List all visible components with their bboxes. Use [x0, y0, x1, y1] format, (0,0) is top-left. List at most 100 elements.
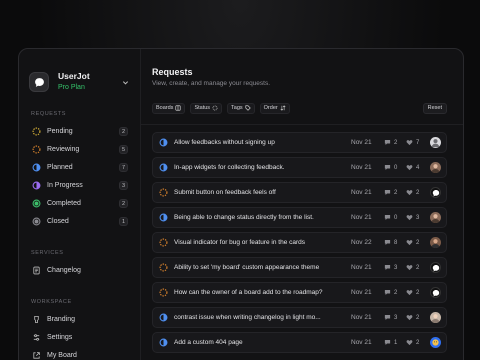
request-date: Nov 21: [351, 139, 372, 146]
filter-tags[interactable]: Tags: [227, 102, 255, 114]
planned-status-icon: [158, 313, 168, 323]
request-title: How can the owner of a board add to the …: [174, 289, 323, 296]
request-row[interactable]: contrast issue when writing changelog in…: [152, 307, 447, 328]
request-row[interactable]: Allow feedbacks without signing up Nov 2…: [152, 132, 447, 153]
workspace-switcher[interactable]: UserJot Pro Plan: [29, 67, 130, 97]
votes-value: 2: [416, 239, 420, 246]
section-label-workspace: WORKSPACE: [31, 299, 72, 305]
filter-label: Status: [194, 105, 211, 111]
comments-value: 0: [394, 164, 398, 171]
sidebar-item-reviewing[interactable]: Reviewing 5: [29, 140, 130, 158]
sidebar-item-my-board[interactable]: My Board: [29, 346, 130, 360]
filter-boards[interactable]: Boards: [152, 102, 186, 114]
avatar: [430, 137, 441, 148]
brand-logo: [29, 72, 49, 92]
completed-icon: [31, 198, 41, 208]
request-row[interactable]: In-app widgets for collecting feedback. …: [152, 157, 447, 178]
comments-value: 1: [394, 339, 398, 346]
divider: [141, 124, 463, 125]
heart-icon: [406, 340, 413, 346]
heart-icon: [406, 140, 413, 146]
votes-value: 4: [416, 164, 420, 171]
request-title: contrast issue when writing changelog in…: [174, 314, 321, 321]
sidebar-item-in-progress[interactable]: In Progress 3: [29, 176, 130, 194]
comment-icon: [384, 190, 391, 195]
votes-count: 2: [406, 189, 428, 196]
comment-icon: [384, 165, 391, 170]
count-badge: 2: [119, 198, 128, 208]
comment-icon: [384, 290, 391, 295]
external-link-icon: [31, 350, 41, 360]
sidebar-item-label: Branding: [47, 315, 76, 323]
planned-status-icon: [158, 338, 168, 348]
chevron-down-icon: [120, 77, 130, 87]
comments-count: 0: [384, 164, 406, 171]
request-row[interactable]: Visual indicator for bug or feature in t…: [152, 232, 447, 253]
comment-icon: [384, 215, 391, 220]
count-badge: 1: [119, 216, 128, 226]
sidebar-item-completed[interactable]: Completed 2: [29, 194, 130, 212]
votes-count: 2: [406, 264, 428, 271]
sidebar: UserJot Pro Plan REQUESTS Pending 2 Revi…: [19, 49, 141, 360]
count-badge: 5: [119, 144, 128, 154]
comments-count: 0: [384, 214, 406, 221]
reset-button[interactable]: Reset: [422, 102, 447, 114]
heart-icon: [406, 165, 413, 171]
filter-label: Order: [263, 105, 278, 111]
section-label-requests: REQUESTS: [31, 111, 67, 117]
planned-status-icon: [158, 138, 168, 148]
planned-icon: [31, 162, 41, 172]
request-title: Being able to change status directly fro…: [174, 214, 314, 221]
request-title: In-app widgets for collecting feedback.: [174, 164, 285, 171]
sidebar-item-changelog[interactable]: Changelog: [29, 261, 130, 279]
page-subtitle: View, create, and manage your requests.: [152, 80, 271, 87]
filter-order[interactable]: Order: [259, 102, 290, 114]
comment-icon: [384, 265, 391, 270]
in-progress-icon: [31, 180, 41, 190]
avatar: [430, 212, 441, 223]
request-date: Nov 21: [351, 264, 372, 271]
count-badge: 7: [119, 162, 128, 172]
votes-value: 2: [416, 189, 420, 196]
votes-count: 2: [406, 339, 428, 346]
sidebar-item-branding[interactable]: Branding: [29, 310, 130, 328]
sidebar-item-label: In Progress: [47, 181, 83, 189]
votes-count: 3: [406, 214, 428, 221]
request-row[interactable]: Add a custom 404 page Nov 21 1 2: [152, 332, 447, 353]
comments-value: 2: [394, 139, 398, 146]
request-row[interactable]: How can the owner of a board add to the …: [152, 282, 447, 303]
avatar: [430, 187, 441, 198]
sidebar-item-pending[interactable]: Pending 2: [29, 122, 130, 140]
request-row[interactable]: Being able to change status directly fro…: [152, 207, 447, 228]
sidebar-item-label: Changelog: [47, 266, 81, 274]
sidebar-item-planned[interactable]: Planned 7: [29, 158, 130, 176]
comments-count: 1: [384, 339, 406, 346]
request-row[interactable]: Ability to set 'my board' custom appeara…: [152, 257, 447, 278]
request-title: Allow feedbacks without signing up: [174, 139, 275, 146]
request-row[interactable]: Submit button on feedback feels off Nov …: [152, 182, 447, 203]
avatar: [430, 337, 441, 348]
reviewing-icon: [31, 144, 41, 154]
sidebar-item-settings[interactable]: Settings: [29, 328, 130, 346]
avatar: [430, 287, 441, 298]
planned-status-icon: [158, 213, 168, 223]
avatar: [430, 237, 441, 248]
filter-status[interactable]: Status: [190, 102, 223, 114]
request-title: Visual indicator for bug or feature in t…: [174, 239, 306, 246]
comments-value: 8: [394, 239, 398, 246]
votes-value: 2: [416, 339, 420, 346]
reviewing-status-icon: [158, 238, 168, 248]
comments-value: 3: [394, 314, 398, 321]
brand-name: UserJot: [58, 71, 90, 81]
comments-count: 8: [384, 239, 406, 246]
reviewing-status-icon: [158, 188, 168, 198]
heart-icon: [406, 290, 413, 296]
pending-icon: [31, 126, 41, 136]
sidebar-item-closed[interactable]: Closed 1: [29, 212, 130, 230]
comments-count: 3: [384, 314, 406, 321]
filter-label: Boards: [156, 105, 174, 111]
heart-icon: [406, 315, 413, 321]
request-date: Nov 21: [351, 289, 372, 296]
request-date: Nov 21: [351, 214, 372, 221]
app-window: UserJot Pro Plan REQUESTS Pending 2 Revi…: [18, 48, 464, 360]
